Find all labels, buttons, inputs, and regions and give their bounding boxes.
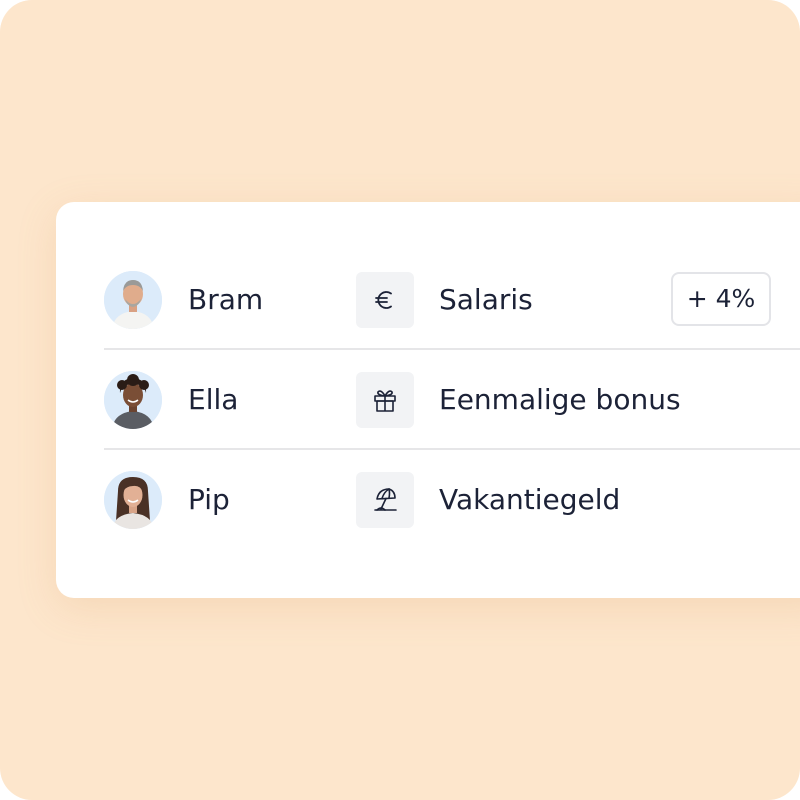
change-badge: + 4% <box>671 272 771 326</box>
compensation-type-label: Salaris <box>439 283 533 316</box>
euro-icon <box>356 272 414 328</box>
employee-name: Pip <box>188 483 230 516</box>
employee-name: Ella <box>188 383 239 416</box>
compensation-type-label: Eenmalige bonus <box>439 383 681 416</box>
avatar <box>104 471 162 529</box>
compensation-card: Bram Salaris + 4% Ella Eenmalige bonus P… <box>56 202 800 598</box>
employee-name: Bram <box>188 283 264 316</box>
compensation-type-label: Vakantiegeld <box>439 483 621 516</box>
list-item[interactable]: Pip Vakantiegeld <box>104 450 800 550</box>
list-item[interactable]: Ella Eenmalige bonus <box>104 350 800 450</box>
list-item[interactable]: Bram Salaris + 4% <box>104 250 800 350</box>
beach-umbrella-icon <box>356 472 414 528</box>
gift-icon <box>356 372 414 428</box>
avatar <box>104 371 162 429</box>
page-background: Bram Salaris + 4% Ella Eenmalige bonus P… <box>0 0 800 800</box>
avatar <box>104 271 162 329</box>
